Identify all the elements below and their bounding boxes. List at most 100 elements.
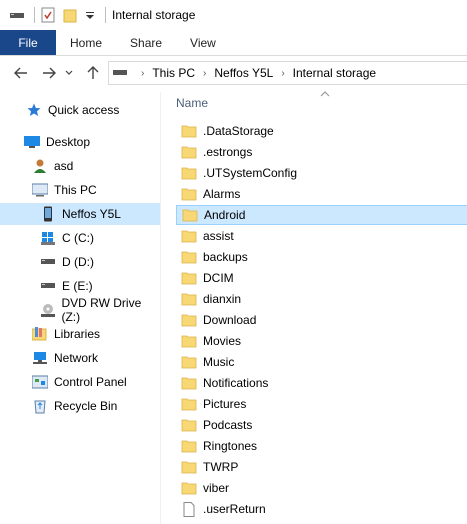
folder-item[interactable]: assist [176, 226, 467, 246]
nav-item-label: E (E:) [62, 279, 93, 293]
file-icon [181, 501, 197, 517]
folder-icon [181, 354, 197, 370]
nav-item-dvd-drive[interactable]: DVD RW Drive (Z:) [0, 296, 160, 324]
nav-item-c-drive[interactable]: C (C:) [0, 227, 160, 249]
column-header-name[interactable]: Name [176, 96, 208, 110]
back-button[interactable] [10, 62, 32, 84]
forward-arrow-icon [43, 67, 56, 79]
item-name: Music [203, 355, 235, 369]
address-drive-icon [113, 69, 127, 77]
toolbar-separator [34, 7, 35, 23]
item-name: assist [203, 229, 234, 243]
nav-item-e-drive[interactable]: E (E:) [0, 275, 160, 297]
nav-item-label: asd [54, 159, 74, 173]
folder-item[interactable]: .UTSystemConfig [176, 163, 467, 183]
recent-locations-button[interactable] [62, 62, 76, 84]
breadcrumb-separator[interactable]: › [141, 68, 144, 79]
item-name: backups [203, 250, 248, 264]
nav-item-network[interactable]: Network [0, 347, 160, 369]
title-bar: Internal storage [0, 0, 467, 30]
back-arrow-icon [14, 67, 27, 79]
computer-icon [32, 182, 48, 198]
nav-item-label: Control Panel [54, 375, 127, 389]
nav-item-asd[interactable]: asd [0, 155, 160, 177]
breadcrumb-separator[interactable]: › [203, 68, 206, 79]
nav-item-label: Quick access [48, 103, 120, 117]
folder-item[interactable]: .estrongs [176, 142, 467, 162]
drive-icon [40, 254, 56, 270]
tab-share[interactable]: Share [116, 30, 176, 55]
folder-icon [181, 459, 197, 475]
folder-icon [182, 207, 198, 223]
folder-icon [181, 480, 197, 496]
item-name: Ringtones [203, 439, 258, 453]
nav-item-label: DVD RW Drive (Z:) [61, 296, 142, 324]
item-name: Alarms [203, 187, 241, 201]
nav-item-label: D (D:) [62, 255, 94, 269]
user-folder-icon [32, 158, 48, 174]
nav-item-this-pc[interactable]: This PC [0, 179, 160, 201]
nav-item-control-panel[interactable]: Control Panel [0, 371, 160, 393]
folder-item[interactable]: DCIM [176, 268, 467, 288]
folder-item[interactable]: dianxin [176, 289, 467, 309]
breadcrumb-separator[interactable]: › [281, 68, 284, 79]
item-name: TWRP [203, 460, 239, 474]
folder-item[interactable]: Movies [176, 331, 467, 351]
nav-item-label: Recycle Bin [54, 399, 118, 413]
breadcrumb-neffos-y5l[interactable]: Neffos Y5L [214, 66, 273, 80]
folder-item[interactable]: Music [176, 352, 467, 372]
folder-icon [181, 417, 197, 433]
item-name: .estrongs [203, 145, 253, 159]
folder-icon [181, 312, 197, 328]
nav-item-desktop[interactable]: Desktop [0, 131, 160, 153]
title-separator [105, 7, 106, 23]
nav-item-recycle-bin[interactable]: Recycle Bin [0, 395, 160, 417]
folder-item[interactable]: Ringtones [176, 436, 467, 456]
ribbon-tabs: File Home Share View [0, 30, 467, 56]
forward-button[interactable] [38, 62, 60, 84]
nav-item-label: Network [54, 351, 99, 365]
folder-icon [181, 438, 197, 454]
folder-item[interactable]: Notifications [176, 373, 467, 393]
folder-item[interactable]: Podcasts [176, 415, 467, 435]
folder-item[interactable]: Alarms [176, 184, 467, 204]
tab-home[interactable]: Home [56, 30, 116, 55]
folder-item[interactable]: TWRP [176, 457, 467, 477]
address-bar[interactable]: › This PC › Neffos Y5L › Internal storag… [108, 61, 467, 85]
libraries-icon [32, 326, 48, 342]
nav-item-libraries[interactable]: Libraries [0, 323, 160, 345]
nav-item-d-drive[interactable]: D (D:) [0, 251, 160, 273]
folder-item[interactable]: Android [176, 205, 467, 225]
nav-item-quick-access[interactable]: Quick access [0, 99, 160, 121]
breadcrumb-internal-storage[interactable]: Internal storage [293, 66, 376, 80]
item-name: viber [203, 481, 230, 495]
item-name: Pictures [203, 397, 247, 411]
new-folder-icon[interactable] [63, 7, 77, 23]
tab-view[interactable]: View [176, 30, 230, 55]
file-item[interactable]: .userReturn [176, 499, 467, 519]
desktop-icon [24, 134, 40, 150]
nav-item-neffos-y5l[interactable]: Neffos Y5L [0, 203, 160, 225]
recycle-bin-icon [32, 398, 48, 414]
folder-item[interactable]: Download [176, 310, 467, 330]
folder-item[interactable]: Pictures [176, 394, 467, 414]
folder-icon [181, 186, 197, 202]
folder-item[interactable]: .DataStorage [176, 121, 467, 141]
properties-icon[interactable] [41, 7, 55, 23]
folder-icon [181, 333, 197, 349]
up-button[interactable] [82, 62, 104, 84]
star-icon [26, 102, 42, 118]
navigation-bar: › This PC › Neffos Y5L › Internal storag… [0, 56, 467, 90]
folder-item[interactable]: backups [176, 247, 467, 267]
tab-file[interactable]: File [0, 30, 56, 55]
breadcrumb-this-pc[interactable]: This PC [152, 66, 195, 80]
folder-item[interactable]: viber [176, 478, 467, 498]
customize-quick-access-icon[interactable] [85, 10, 95, 20]
chevron-down-icon [65, 70, 73, 75]
folder-icon [181, 144, 197, 160]
pane-divider[interactable] [160, 92, 161, 524]
drive-icon[interactable] [10, 10, 24, 20]
item-name: Download [203, 313, 257, 327]
control-panel-icon [32, 374, 48, 390]
up-arrow-icon [87, 66, 99, 79]
